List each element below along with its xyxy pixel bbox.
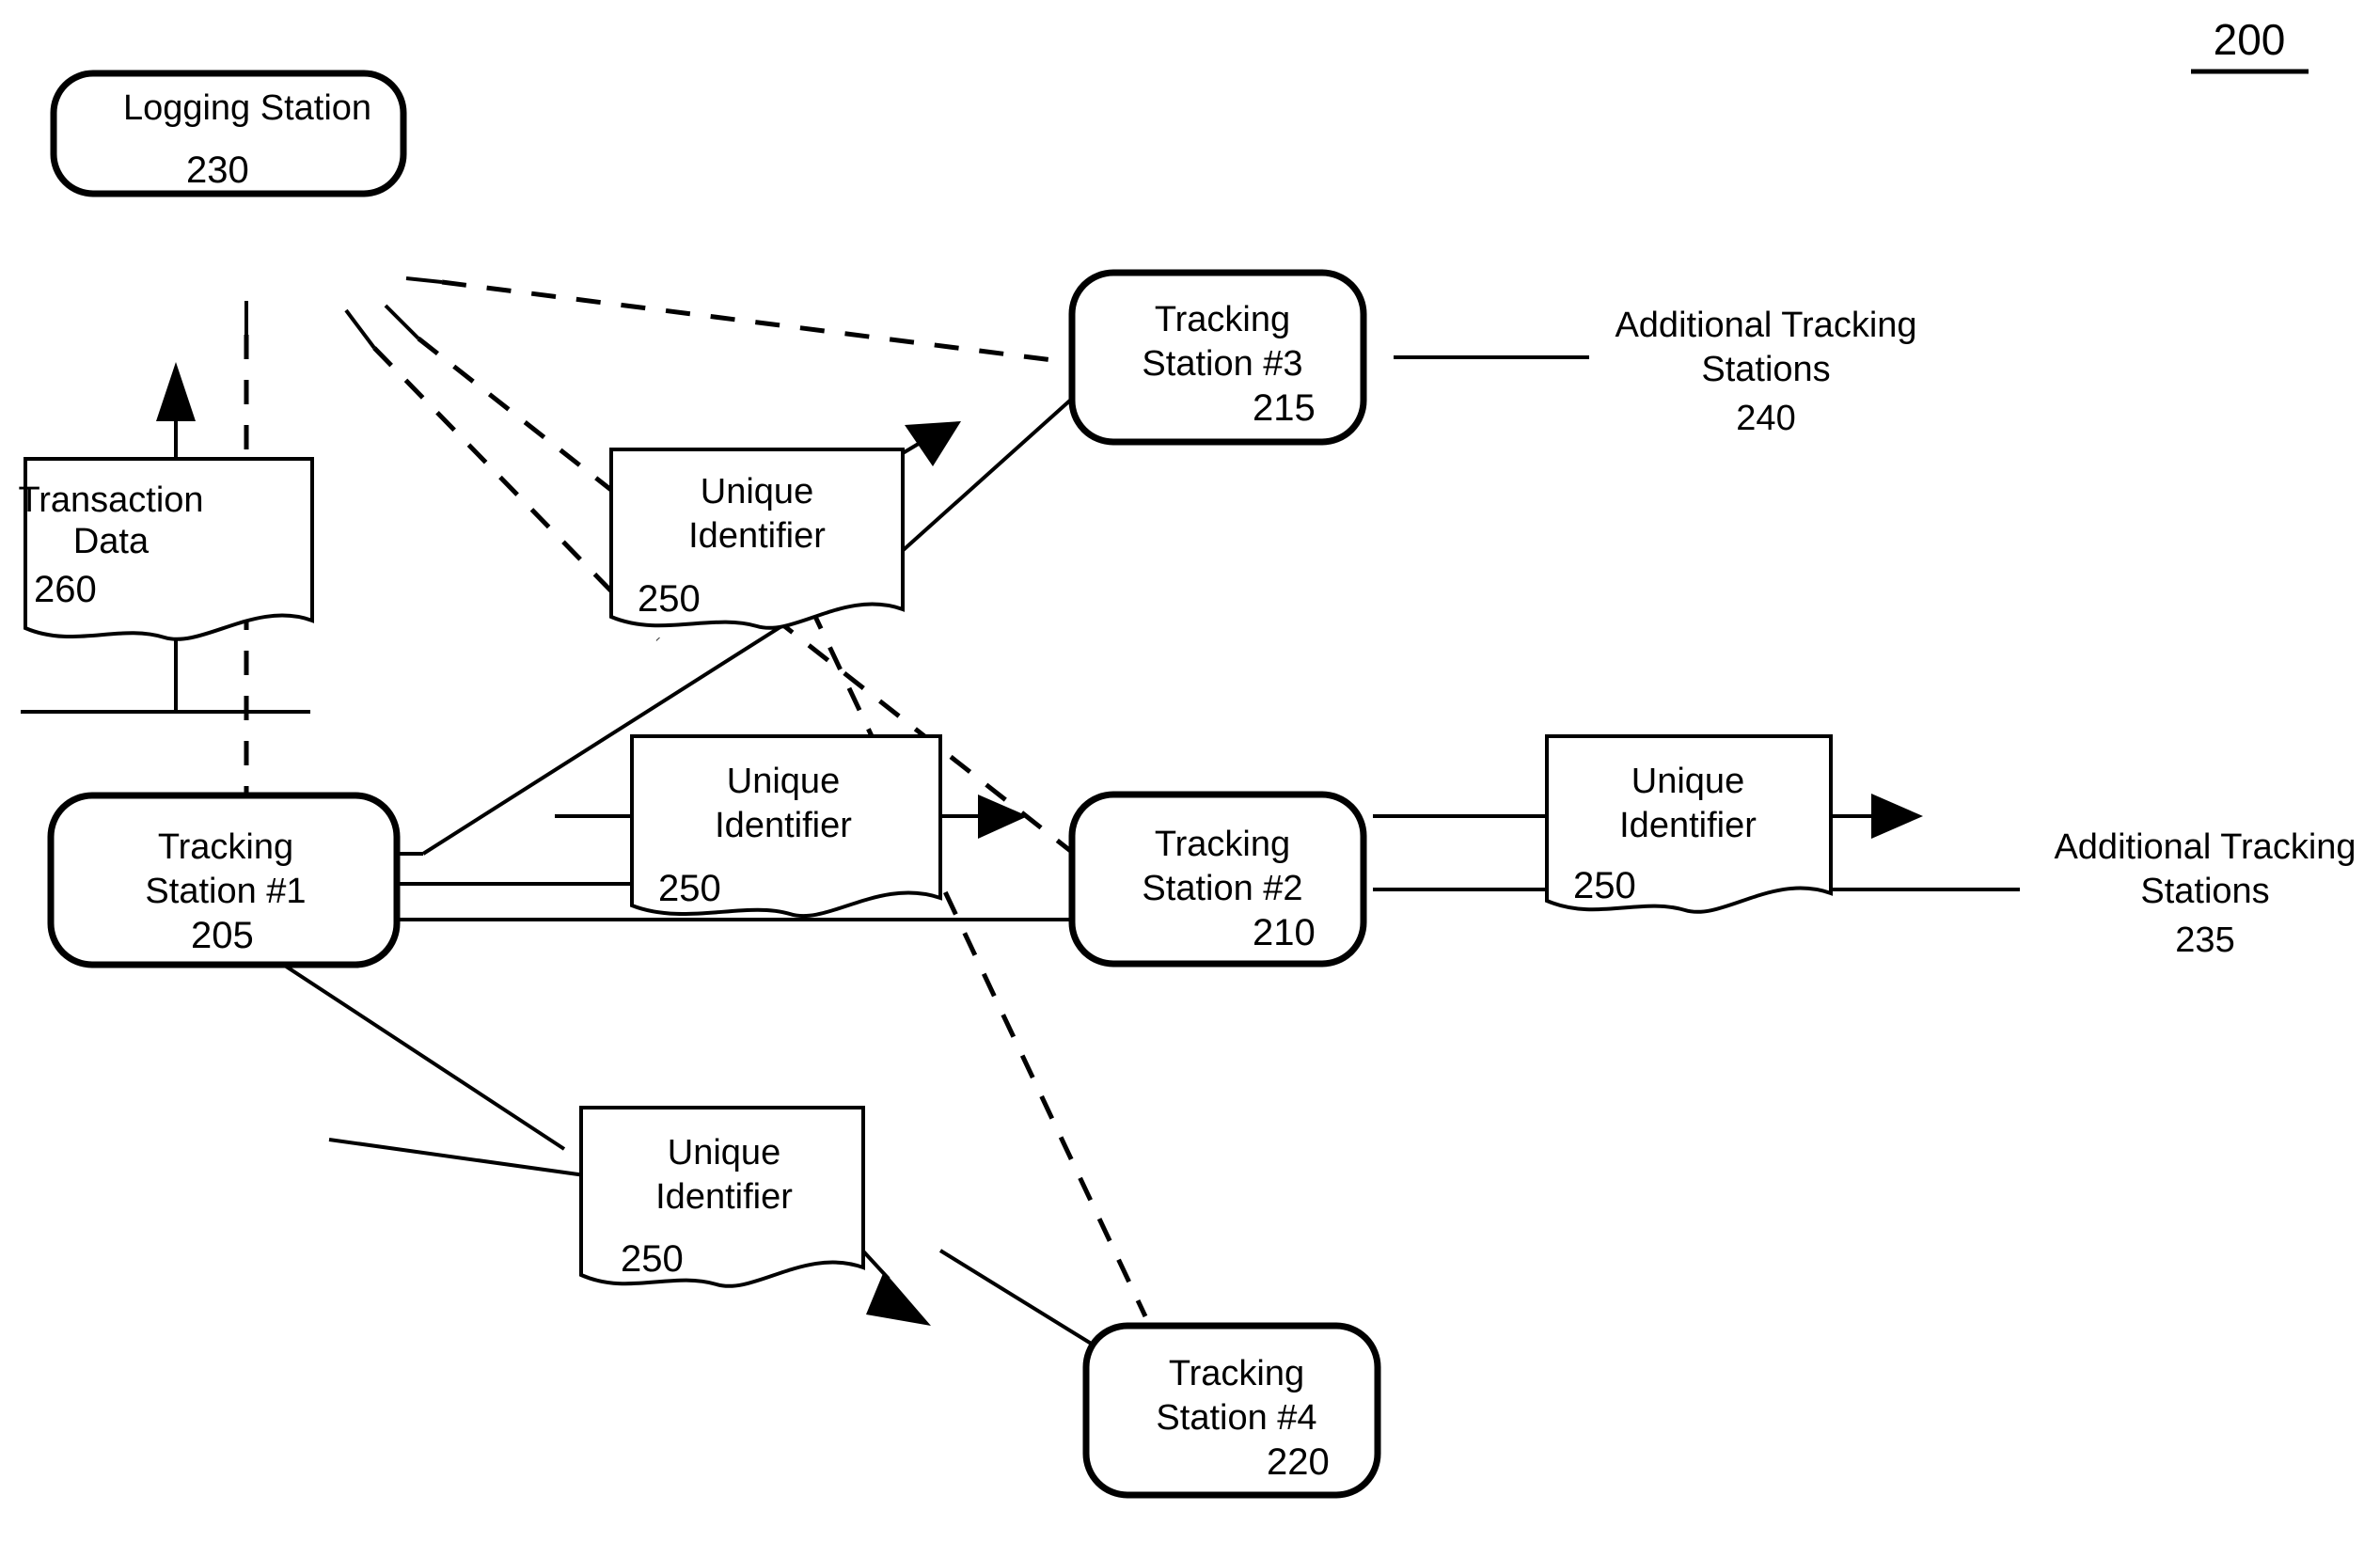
transaction-data-ref: 260 xyxy=(34,569,97,610)
logging-station-ref: 230 xyxy=(186,150,249,191)
unique-identifier-top-label-2: Identifier xyxy=(688,516,826,556)
additional-tracking-235-label-1: Additional Tracking xyxy=(2054,827,2356,867)
unique-identifier-top-ref: 250 xyxy=(638,578,701,620)
additional-tracking-235-label-2: Stations xyxy=(2140,872,2269,911)
tracking-station-1-ref: 205 xyxy=(191,915,254,956)
figure-number: 200 xyxy=(2214,15,2286,64)
unique-identifier-middle-label-2: Identifier xyxy=(715,806,852,845)
tracking-station-3-label-1: Tracking xyxy=(1155,300,1290,339)
tracking-station-4-label-2: Station #4 xyxy=(1156,1398,1316,1438)
tracking-station-3-label-2: Station #3 xyxy=(1142,344,1302,384)
unique-identifier-bottom-ref: 250 xyxy=(621,1238,684,1280)
tracking-station-4-ref: 220 xyxy=(1267,1441,1330,1483)
unique-identifier-top-label-1: Unique xyxy=(701,472,813,511)
transaction-data-label-1: Transaction xyxy=(18,480,203,520)
logging-station-label: Logging Station xyxy=(123,88,371,128)
tracking-station-1-label-1: Tracking xyxy=(158,827,293,867)
unique-identifier-middle-ref: 250 xyxy=(658,868,721,909)
additional-tracking-240-label-1: Additional Tracking xyxy=(1615,306,1916,345)
tracking-station-1-label-2: Station #1 xyxy=(145,872,306,911)
unique-identifier-bottom-label-1: Unique xyxy=(668,1133,780,1172)
unique-identifier-right-label-2: Identifier xyxy=(1619,806,1757,845)
additional-tracking-235-ref: 235 xyxy=(2175,921,2234,960)
diagram-labels-layer: 200 Logging Station 230 Transaction Data… xyxy=(0,0,2380,1558)
tracking-station-2-ref: 210 xyxy=(1253,912,1316,953)
unique-identifier-right-ref: 250 xyxy=(1573,865,1636,906)
tracking-station-4-label-1: Tracking xyxy=(1169,1354,1304,1393)
transaction-data-label-2: Data xyxy=(73,522,150,561)
unique-identifier-right-label-1: Unique xyxy=(1631,762,1744,801)
unique-identifier-middle-label-1: Unique xyxy=(727,762,840,801)
unique-identifier-bottom-label-2: Identifier xyxy=(655,1177,793,1217)
tracking-station-2-label-2: Station #2 xyxy=(1142,869,1302,908)
patent-figure-200: 200 Logging Station 230 Transaction Data… xyxy=(0,0,2380,1558)
tracking-station-3-ref: 215 xyxy=(1253,387,1316,429)
additional-tracking-240-ref: 240 xyxy=(1736,399,1795,438)
tracking-station-2-label-1: Tracking xyxy=(1155,825,1290,864)
additional-tracking-240-label-2: Stations xyxy=(1701,350,1830,389)
